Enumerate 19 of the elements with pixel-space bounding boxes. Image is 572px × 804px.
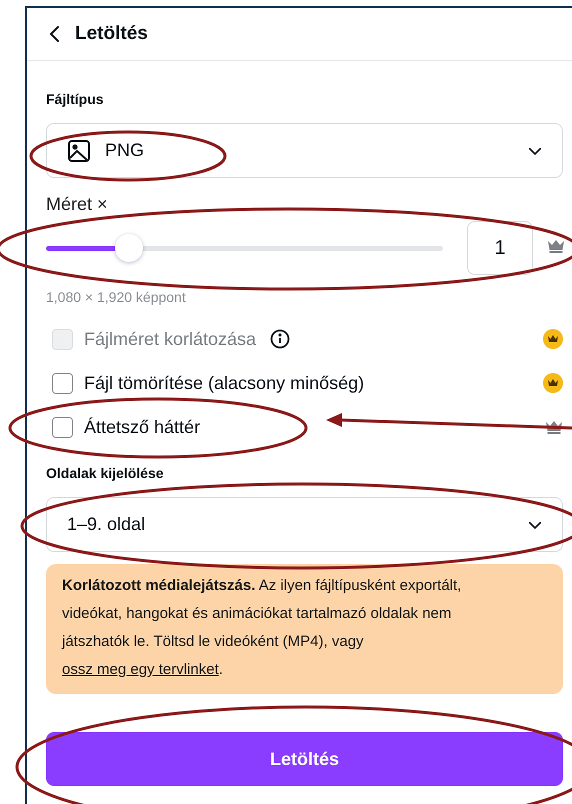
notice-text: Korlátozott médialejátszás. Az ilyen fájltípusként exportált, videókat, hangokat és animációkat tartalmazó oldalak nem játszhatók le. Töltsd le videóként (MP4), vagy ossz meg egy tervlinket.	[62, 576, 462, 680]
image-icon	[67, 138, 91, 162]
dimensions-text: 1,080 × 1,920 képpont	[46, 289, 187, 305]
option-label: Fájl tömörítése (alacsony minőség)	[84, 372, 364, 394]
checkbox[interactable]	[52, 416, 73, 438]
section-label: Oldalak kijelölése	[46, 465, 165, 481]
slider-thumb[interactable]	[115, 234, 144, 262]
pages-dropdown[interactable]: 1–9. oldal	[46, 497, 563, 552]
section-label: Fájltípus	[46, 91, 105, 107]
file-type-dropdown[interactable]: PNG	[46, 123, 563, 178]
size-label: Méret ×	[46, 194, 109, 215]
checkbox[interactable]	[52, 372, 73, 394]
back-icon[interactable]	[49, 25, 61, 43]
panel-title: Letöltés	[75, 23, 148, 45]
size-input[interactable]: 1	[467, 221, 533, 275]
download-button[interactable]: Letöltés	[46, 732, 563, 786]
share-link[interactable]: ossz meg egy tervlinket	[62, 661, 219, 678]
option-label: Fájlméret korlátozása	[84, 328, 256, 350]
option-label: Áttetsző háttér	[84, 416, 200, 438]
